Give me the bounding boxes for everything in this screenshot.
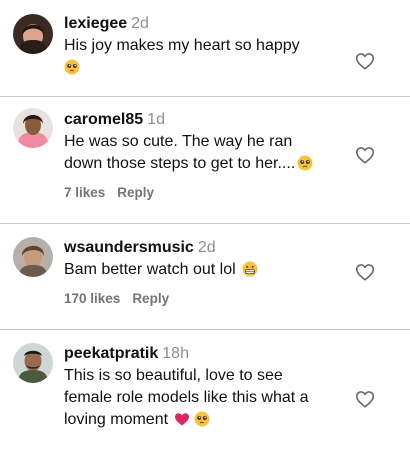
username[interactable]: caromel85 xyxy=(64,111,143,128)
username[interactable]: peekatpratik xyxy=(64,345,158,362)
like-heart-icon[interactable] xyxy=(354,144,376,166)
comment-line: Bam better watch out lol xyxy=(64,261,236,278)
red-heart-emoji-icon xyxy=(174,411,190,427)
likes-count[interactable]: 7 likes xyxy=(64,185,105,200)
comment-body: lexiegee 2d His joy makes my heart so hap… xyxy=(64,14,344,79)
timestamp: 2d xyxy=(197,239,216,256)
username[interactable]: lexiegee xyxy=(64,15,127,32)
divider xyxy=(0,329,410,330)
comment-line: This is so beautiful, love to see xyxy=(64,367,283,384)
comment-line: loving moment xyxy=(64,411,169,428)
avatar[interactable] xyxy=(13,14,53,54)
comment-body: wsaundersmusic 2d Bam better watch out lo… xyxy=(64,238,344,306)
timestamp: 18h xyxy=(162,345,189,362)
comment-header: wsaundersmusic 2d xyxy=(64,238,344,258)
like-heart-icon[interactable] xyxy=(354,50,376,72)
avatar[interactable] xyxy=(13,237,53,277)
likes-count[interactable]: 170 likes xyxy=(64,291,120,306)
comment-body: peekatpratik 18h This is so beautiful, lo… xyxy=(64,344,344,431)
comment-line: He was so cute. The way he ran xyxy=(64,133,293,150)
like-heart-icon[interactable] xyxy=(354,388,376,410)
comment-line: His joy makes my heart so happy xyxy=(64,37,300,54)
comment-header: lexiegee 2d xyxy=(64,14,344,34)
comment-line: female role models like this what a xyxy=(64,389,309,406)
reply-button[interactable]: Reply xyxy=(132,291,169,306)
divider xyxy=(0,96,410,97)
pleading-face-emoji-icon xyxy=(64,59,80,75)
comment-body: caromel85 1d He was so cute. The way he r… xyxy=(64,110,344,200)
timestamp: 1d xyxy=(147,111,165,128)
pleading-face-emoji-icon xyxy=(297,155,313,171)
comment-meta: 170 likes Reply xyxy=(64,291,344,306)
like-heart-icon[interactable] xyxy=(354,261,376,283)
grimacing-face-emoji-icon xyxy=(242,261,258,277)
divider xyxy=(0,223,410,224)
comment-text: Bam better watch out lol xyxy=(64,259,344,281)
pleading-face-emoji-icon xyxy=(194,411,210,427)
comment-text: He was so cute. The way he ran down thos… xyxy=(64,131,344,175)
comment-text: His joy makes my heart so happy xyxy=(64,35,344,79)
comment-header: caromel85 1d xyxy=(64,110,344,130)
timestamp: 2d xyxy=(131,15,149,32)
comment-text: This is so beautiful, love to see female… xyxy=(64,365,344,431)
avatar[interactable] xyxy=(13,343,53,383)
comment-meta: 7 likes Reply xyxy=(64,185,344,200)
username[interactable]: wsaundersmusic xyxy=(64,239,194,256)
reply-button[interactable]: Reply xyxy=(117,185,154,200)
comment-line: down those steps to get to her.... xyxy=(64,155,296,172)
comment-header: peekatpratik 18h xyxy=(64,344,344,364)
avatar[interactable] xyxy=(13,108,53,148)
